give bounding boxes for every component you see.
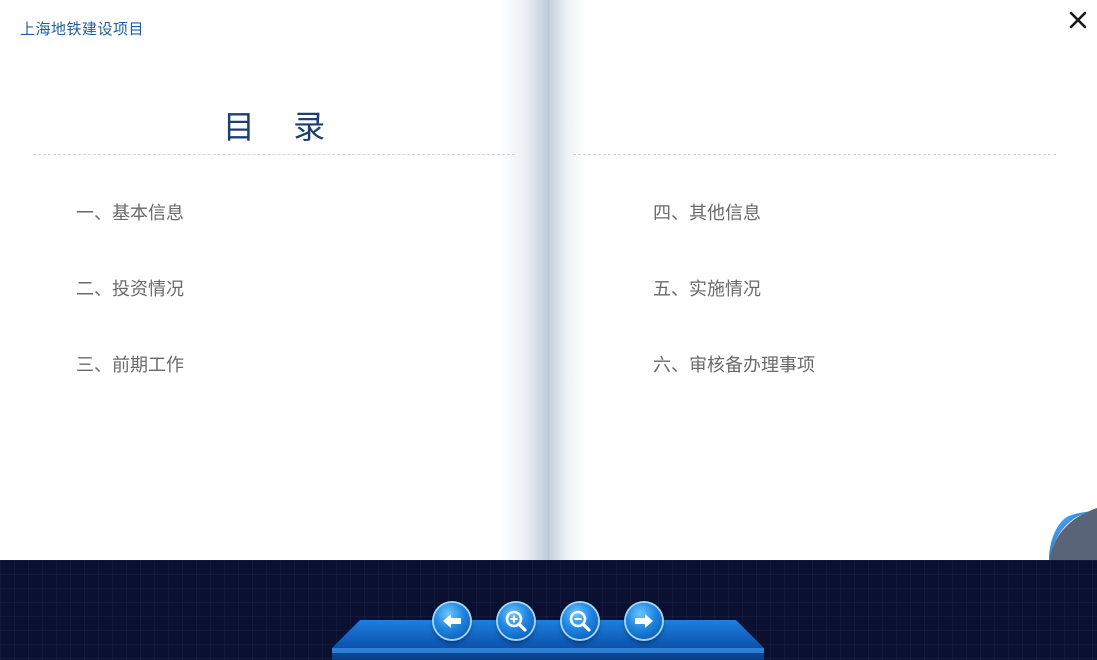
flipbook: 上海地铁建设项目 目 录 一、基本信息 二、投资情况 三、前期工作 四、其他信息… (0, 0, 1097, 560)
page-corner-curl[interactable] (1045, 508, 1097, 560)
bottom-toolbar (0, 560, 1097, 660)
toc-item-implementation[interactable]: 五、实施情况 (653, 275, 761, 301)
zoom-in-icon (505, 610, 527, 632)
left-heading-divider (33, 154, 515, 155)
toc-item-investment[interactable]: 二、投资情况 (76, 275, 184, 301)
zoom-out-icon (569, 610, 591, 632)
toc-heading: 目 录 (222, 108, 340, 146)
close-button[interactable] (1066, 8, 1090, 32)
previous-page-button[interactable] (434, 603, 470, 639)
right-page[interactable] (549, 0, 1097, 560)
zoom-in-button[interactable] (498, 603, 534, 639)
arrow-right-icon (635, 614, 653, 628)
toc-item-basic-info[interactable]: 一、基本信息 (76, 199, 184, 225)
next-page-button[interactable] (626, 603, 662, 639)
zoom-out-button[interactable] (562, 603, 598, 639)
close-icon (1069, 11, 1087, 29)
page-curl-icon (1049, 508, 1097, 560)
toc-item-other-info[interactable]: 四、其他信息 (653, 199, 761, 225)
document-title: 上海地铁建设项目 (20, 20, 145, 38)
toolbar-shelf (332, 620, 764, 660)
toc-item-preliminary-work[interactable]: 三、前期工作 (76, 351, 184, 377)
right-heading-divider (573, 154, 1056, 155)
right-gutter-shadow (549, 0, 585, 560)
left-gutter-shadow (500, 0, 548, 560)
arrow-left-icon (443, 614, 461, 628)
toc-item-approval-matters[interactable]: 六、审核备办理事项 (653, 351, 815, 377)
